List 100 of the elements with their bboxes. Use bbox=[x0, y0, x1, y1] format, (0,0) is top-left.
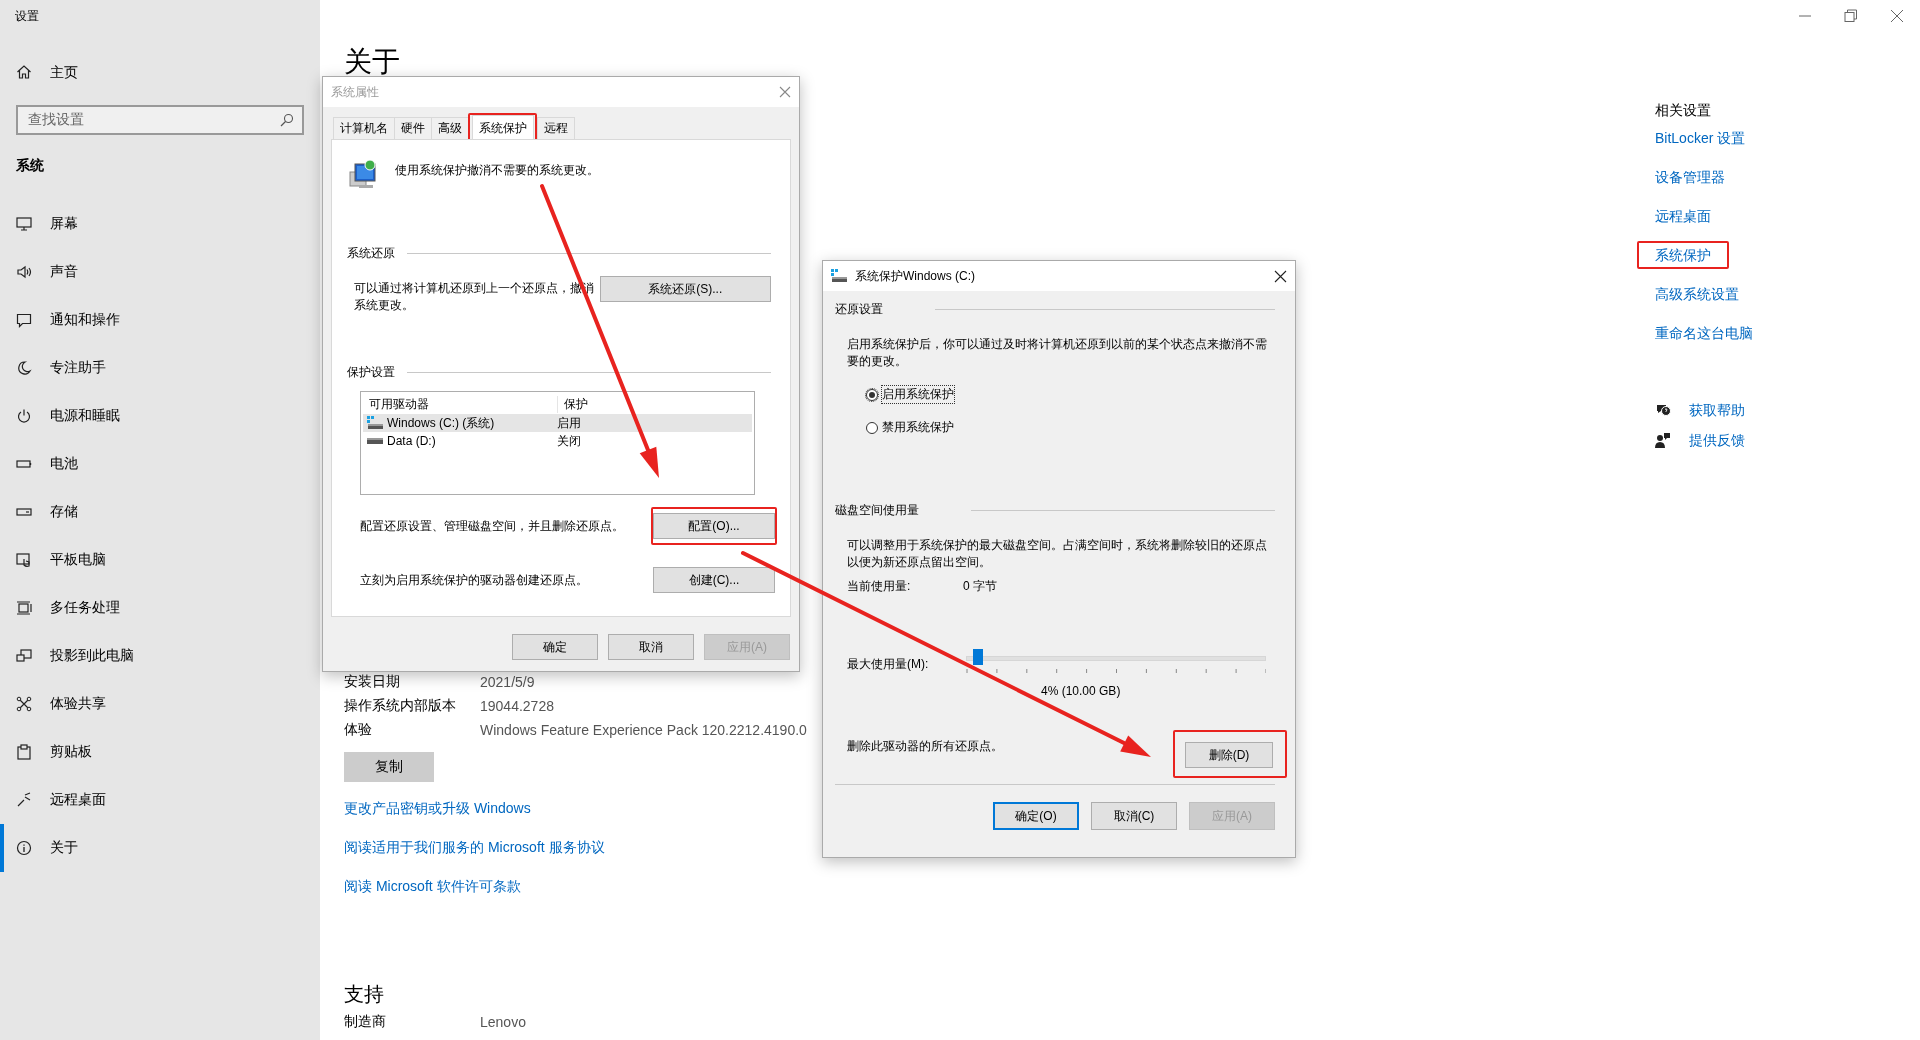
multitask-icon bbox=[16, 600, 32, 616]
link[interactable]: 远程桌面 bbox=[1655, 202, 1711, 230]
search-field[interactable]: 查找设置 bbox=[16, 105, 304, 135]
radio-button[interactable] bbox=[866, 388, 878, 401]
link[interactable]: 提供反馈 bbox=[1689, 429, 1745, 451]
maximize-icon[interactable] bbox=[1844, 9, 1858, 23]
drive-icon bbox=[367, 438, 383, 444]
section-heading: 支持 bbox=[344, 982, 385, 1007]
drive-status: 启用 bbox=[556, 414, 581, 432]
dialog-button[interactable]: 取消 bbox=[608, 634, 694, 660]
tab[interactable]: 远程 bbox=[537, 117, 575, 139]
moon-icon bbox=[16, 360, 32, 376]
spec-label: 制造商 bbox=[344, 1013, 387, 1031]
link[interactable]: 阅读 Microsoft 软件许可条款 bbox=[344, 876, 521, 896]
group-heading: 还原设置 bbox=[835, 301, 883, 318]
field-label: 最大使用量(M): bbox=[847, 657, 930, 671]
copy-button[interactable]: 复制 bbox=[344, 752, 434, 782]
page-heading: 关于 bbox=[344, 45, 401, 79]
dialog-button[interactable]: 取消(C) bbox=[1091, 802, 1177, 830]
dialog-button[interactable]: 确定(O) bbox=[993, 802, 1079, 830]
nav-item[interactable]: 电池 bbox=[0, 440, 320, 488]
spec-label: 操作系统内部版本 bbox=[344, 697, 457, 715]
spec-value: Lenovo bbox=[480, 1014, 526, 1030]
intro-text: 使用系统保护撤消不需要的系统更改。 bbox=[395, 162, 599, 179]
close-icon[interactable] bbox=[1274, 269, 1287, 283]
nav-item[interactable]: 远程桌面 bbox=[0, 776, 320, 824]
projector-icon bbox=[16, 648, 32, 664]
nav-item[interactable]: 体验共享 bbox=[0, 680, 320, 728]
group-heading: 保护设置 bbox=[347, 364, 395, 381]
create-button[interactable]: 创建(C)... bbox=[653, 567, 775, 593]
description-text: 启用系统保护后，你可以通过及时将计算机还原到以前的某个状态点来撤消不需要的更改。 bbox=[847, 336, 1268, 370]
remote-icon bbox=[16, 792, 32, 808]
drive-status: 关闭 bbox=[556, 432, 581, 450]
app-title: 设置 bbox=[15, 8, 40, 24]
dialog-title: 系统保护Windows (C:) bbox=[855, 267, 976, 285]
chat-help-icon bbox=[1655, 402, 1671, 418]
radio-button[interactable] bbox=[866, 421, 878, 434]
computer-restore-icon bbox=[347, 158, 379, 190]
dialog-title: 系统属性 bbox=[331, 83, 380, 101]
drive-icon bbox=[831, 269, 847, 283]
slider-reading: 4% (10.00 GB) bbox=[1040, 684, 1122, 698]
nav-item[interactable]: 声音 bbox=[0, 248, 320, 296]
tab[interactable]: 系统保护 bbox=[472, 115, 534, 141]
spec-label: 安装日期 bbox=[344, 673, 401, 691]
nav-item[interactable]: 专注助手 bbox=[0, 344, 320, 392]
info-icon bbox=[16, 840, 32, 856]
configure-button[interactable]: 配置(O)... bbox=[653, 513, 775, 539]
link[interactable]: 高级系统设置 bbox=[1655, 280, 1739, 308]
tab[interactable]: 计算机名 bbox=[333, 117, 395, 139]
link[interactable]: 设备管理器 bbox=[1655, 163, 1725, 191]
link[interactable]: 系统保护 bbox=[1655, 243, 1711, 267]
spec-value: 2021/5/9 bbox=[480, 674, 535, 690]
speaker-icon bbox=[16, 264, 32, 280]
nav-item[interactable]: 剪贴板 bbox=[0, 728, 320, 776]
nav-item[interactable]: 通知和操作 bbox=[0, 296, 320, 344]
link[interactable]: 重命名这台电脑 bbox=[1655, 319, 1753, 347]
system-restore-button[interactable]: 系统还原(S)... bbox=[599, 276, 771, 302]
slider-thumb[interactable] bbox=[973, 649, 983, 665]
delete-button[interactable]: 删除(D) bbox=[1185, 742, 1273, 768]
nav-item[interactable]: 存储 bbox=[0, 488, 320, 536]
spec-label: 体验 bbox=[344, 721, 373, 739]
power-icon bbox=[16, 408, 32, 424]
section-heading: 系统 bbox=[16, 156, 45, 175]
share-icon bbox=[16, 696, 32, 712]
section-heading: 相关设置 bbox=[1655, 101, 1712, 120]
link[interactable]: BitLocker 设置 bbox=[1655, 124, 1746, 152]
person-feedback-icon bbox=[1655, 432, 1671, 448]
system-drive-icon bbox=[367, 416, 383, 430]
link[interactable]: 获取帮助 bbox=[1689, 399, 1745, 421]
link[interactable]: 更改产品密钥或升级 Windows bbox=[344, 798, 531, 818]
monitor-icon bbox=[16, 216, 32, 232]
group-heading: 磁盘空间使用量 bbox=[835, 502, 919, 519]
dialog-button[interactable]: 确定 bbox=[512, 634, 598, 660]
drive-name: Data (D:) bbox=[387, 434, 436, 448]
nav-item[interactable]: 平板电脑 bbox=[0, 536, 320, 584]
description-text: 可以调整用于系统保护的最大磁盘空间。占满空间时，系统将删除较旧的还原点以便为新还原点留出空间。 bbox=[847, 537, 1268, 571]
spec-value: Windows Feature Experience Pack 120.2212.4190.0 bbox=[480, 722, 807, 738]
column-header: 保护 bbox=[563, 395, 588, 413]
nav-item[interactable]: 多任务处理 bbox=[0, 584, 320, 632]
radio-label[interactable]: 禁用系统保护 bbox=[882, 419, 954, 436]
link[interactable]: 阅读适用于我们服务的 Microsoft 服务协议 bbox=[344, 837, 605, 857]
spec-value: 19044.2728 bbox=[480, 698, 554, 714]
drive-row[interactable]: Data (D:) 关闭 bbox=[363, 432, 752, 450]
group-heading: 系统还原 bbox=[347, 245, 395, 262]
tablet-icon bbox=[16, 552, 32, 568]
field-value: 0 字节 bbox=[963, 579, 997, 593]
radio-label[interactable]: 启用系统保护 bbox=[882, 386, 954, 403]
nav-item[interactable]: 屏幕 bbox=[0, 200, 320, 248]
description-text: 立刻为启用系统保护的驱动器创建还原点。 bbox=[360, 571, 588, 589]
search-icon bbox=[280, 113, 294, 127]
field-label: 当前使用量: bbox=[847, 579, 912, 593]
drive-row[interactable]: Windows (C:) (系统) 启用 bbox=[363, 414, 752, 432]
description-text: 配置还原设置、管理磁盘空间，并且删除还原点。 bbox=[360, 517, 624, 535]
nav-item[interactable]: 投影到此电脑 bbox=[0, 632, 320, 680]
column-header: 可用驱动器 bbox=[363, 395, 558, 413]
nav-item[interactable]: 电源和睡眠 bbox=[0, 392, 320, 440]
home-link[interactable]: 主页 bbox=[0, 52, 320, 92]
message-icon bbox=[16, 312, 32, 328]
clipboard-icon bbox=[16, 744, 32, 760]
nav-item[interactable]: 关于 bbox=[0, 824, 320, 872]
